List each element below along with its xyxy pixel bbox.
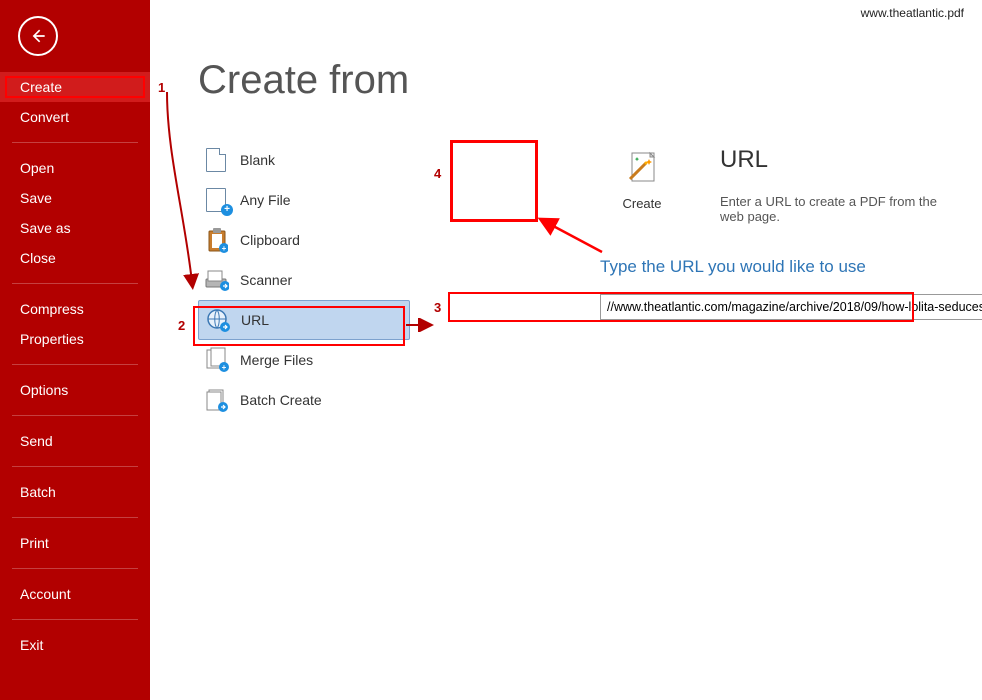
sidebar-separator xyxy=(12,364,138,365)
url-detail-pane: Create URL Enter a URL to create a PDF f… xyxy=(600,142,962,220)
source-item-label: Scanner xyxy=(240,272,292,288)
sidebar-item-send[interactable]: Send xyxy=(0,426,150,456)
merge-files-icon: + xyxy=(204,347,230,373)
create-from-source-list: Blank + Any File + Clipboard Scanner URL + Merge… xyxy=(198,140,410,420)
url-input[interactable] xyxy=(600,294,982,320)
sidebar: CreateConvert OpenSaveSave asClose Compres… xyxy=(0,0,150,700)
sidebar-item-account[interactable]: Account xyxy=(0,579,150,609)
batch-create-icon xyxy=(204,387,230,413)
sidebar-item-print[interactable]: Print xyxy=(0,528,150,558)
source-item-label: Merge Files xyxy=(240,352,313,368)
source-item-url[interactable]: URL xyxy=(198,300,410,340)
annotation-number-2: 2 xyxy=(178,318,185,333)
source-item-batch-create[interactable]: Batch Create xyxy=(198,380,410,420)
sidebar-item-open[interactable]: Open xyxy=(0,153,150,183)
source-item-merge-files[interactable]: + Merge Files xyxy=(198,340,410,380)
sidebar-separator xyxy=(12,283,138,284)
sidebar-item-convert[interactable]: Convert xyxy=(0,102,150,132)
sidebar-item-batch[interactable]: Batch xyxy=(0,477,150,507)
source-item-scanner[interactable]: Scanner xyxy=(198,260,410,300)
sidebar-item-options[interactable]: Options xyxy=(0,375,150,405)
source-item-label: URL xyxy=(241,312,269,328)
source-item-label: Blank xyxy=(240,152,275,168)
sidebar-item-create[interactable]: Create xyxy=(0,72,150,102)
sidebar-item-close[interactable]: Close xyxy=(0,243,150,273)
detail-description: Enter a URL to create a PDF from the web… xyxy=(720,194,962,224)
annotation-number-3: 3 xyxy=(434,300,441,315)
detail-heading: URL xyxy=(720,146,768,174)
annotation-number-1: 1 xyxy=(158,80,165,95)
url-prompt-label: Type the URL you would like to use xyxy=(600,257,866,277)
clipboard-icon: + xyxy=(204,227,230,253)
arrow-left-icon xyxy=(28,26,48,46)
sidebar-item-save[interactable]: Save xyxy=(0,183,150,213)
sidebar-separator xyxy=(12,466,138,467)
sidebar-separator xyxy=(12,619,138,620)
sidebar-separator xyxy=(12,142,138,143)
source-item-label: Batch Create xyxy=(240,392,322,408)
sidebar-separator xyxy=(12,568,138,569)
create-button[interactable]: Create xyxy=(600,142,684,220)
sidebar-separator xyxy=(12,517,138,518)
svg-text:+: + xyxy=(222,363,227,372)
any-file-icon: + xyxy=(204,187,230,213)
sidebar-item-save-as[interactable]: Save as xyxy=(0,213,150,243)
source-item-any-file[interactable]: + Any File xyxy=(198,180,410,220)
sidebar-item-properties[interactable]: Properties xyxy=(0,324,150,354)
url-icon xyxy=(205,307,231,333)
source-item-label: Clipboard xyxy=(240,232,300,248)
scanner-icon xyxy=(204,267,230,293)
source-item-label: Any File xyxy=(240,192,291,208)
magic-wand-icon xyxy=(624,151,660,190)
blank-icon xyxy=(204,147,230,173)
back-button[interactable] xyxy=(18,16,58,56)
page-title: Create from xyxy=(198,58,409,103)
svg-text:+: + xyxy=(222,244,227,253)
annotation-number-4: 4 xyxy=(434,166,441,181)
source-item-clipboard[interactable]: + Clipboard xyxy=(198,220,410,260)
source-item-blank[interactable]: Blank xyxy=(198,140,410,180)
document-filename: www.theatlantic.pdf xyxy=(861,6,964,20)
sidebar-separator xyxy=(12,415,138,416)
create-button-label: Create xyxy=(622,196,661,211)
main-panel: www.theatlantic.pdf Create from Blank + An… xyxy=(150,0,982,700)
sidebar-item-exit[interactable]: Exit xyxy=(0,630,150,660)
sidebar-item-compress[interactable]: Compress xyxy=(0,294,150,324)
